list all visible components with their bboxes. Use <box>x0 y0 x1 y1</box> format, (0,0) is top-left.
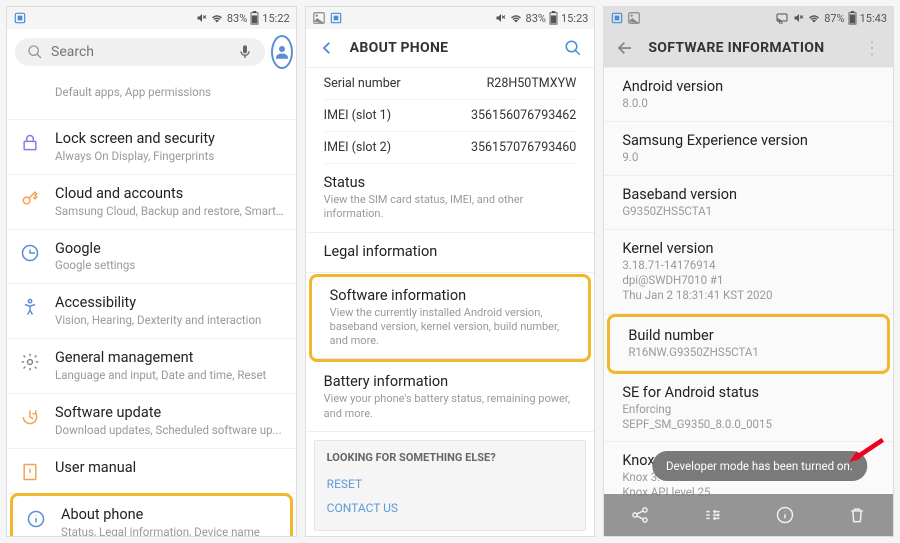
mute-icon <box>792 12 804 24</box>
screenshot-icon <box>329 11 343 25</box>
edit-icon[interactable] <box>703 505 723 525</box>
accessibility-icon <box>20 297 40 317</box>
status-bar: 83% 15:23 <box>306 7 595 29</box>
manual-icon <box>20 462 40 482</box>
battery-icon <box>848 11 857 25</box>
clock: 15:22 <box>262 12 289 25</box>
profile-button[interactable] <box>271 35 293 69</box>
wifi-icon <box>509 12 523 24</box>
link-contact-us[interactable]: CONTACT US <box>327 496 574 520</box>
details-icon[interactable] <box>775 505 795 525</box>
section-legal[interactable]: Legal information <box>306 233 595 273</box>
search-icon[interactable] <box>564 39 582 57</box>
info-se-status[interactable]: SE for Android statusEnforcing SEPF_SM_G… <box>604 374 893 443</box>
header: SOFTWARE INFORMATION ⋮ <box>604 29 893 68</box>
back-icon[interactable] <box>318 39 336 57</box>
info-icon <box>26 509 46 529</box>
list-item-about-phone[interactable]: About phoneStatus, Legal information, De… <box>13 496 290 536</box>
image-icon <box>312 11 326 25</box>
cast-icon <box>775 12 789 24</box>
device-identifiers-table: Serial numberR28H50TMXYW IMEI (slot 1)35… <box>306 68 595 164</box>
mute-icon <box>494 12 506 24</box>
image-icon <box>627 11 641 25</box>
info-kernel[interactable]: Kernel version3.18.71-14176914 dpi@SWDH7… <box>604 230 893 314</box>
link-reset[interactable]: RESET <box>327 472 574 496</box>
section-software-information[interactable]: Software information View the currently … <box>312 277 589 360</box>
person-icon <box>273 43 291 61</box>
annotation-arrow-icon <box>847 438 885 466</box>
screenshot-icon <box>610 11 624 25</box>
update-icon <box>20 407 40 427</box>
lock-icon <box>20 133 40 153</box>
toast-developer-mode: Developer mode has been turned on. <box>652 451 867 481</box>
delete-icon[interactable] <box>847 505 867 525</box>
battery-icon <box>549 11 558 25</box>
list-item-general[interactable]: General managementLanguage and input, Da… <box>7 339 296 394</box>
wifi-icon <box>807 12 821 24</box>
footer-suggestions: LOOKING FOR SOMETHING ELSE? RESET CONTAC… <box>314 440 587 531</box>
table-row: Serial numberR28H50TMXYW <box>324 68 577 100</box>
list-item-cloud[interactable]: Cloud and accountsSamsung Cloud, Backup … <box>7 175 296 230</box>
mic-icon[interactable] <box>237 44 253 60</box>
info-android-version[interactable]: Android version8.0.0 <box>604 68 893 122</box>
table-row: IMEI (slot 2)356157076793460 <box>324 132 577 164</box>
clock: 15:43 <box>860 12 887 25</box>
share-icon[interactable] <box>630 505 650 525</box>
battery-percent: 83% <box>227 12 247 25</box>
gear-icon <box>20 352 40 372</box>
list-item-software-update[interactable]: Software updateDownload updates, Schedul… <box>7 394 296 449</box>
search-box[interactable] <box>15 38 265 66</box>
more-icon[interactable]: ⋮ <box>863 38 881 59</box>
page-title: ABOUT PHONE <box>350 40 449 56</box>
search-icon <box>27 44 43 60</box>
google-icon <box>20 243 40 263</box>
list-item-user-manual[interactable]: User manual <box>7 449 296 494</box>
mute-icon <box>195 12 207 24</box>
list-item-lock-screen[interactable]: Lock screen and securityAlways On Displa… <box>7 120 296 175</box>
screenshot-toolbar <box>604 494 893 536</box>
list-item-accessibility[interactable]: AccessibilityVision, Hearing, Dexterity … <box>7 284 296 339</box>
software-information-screen: 87% 15:43 SOFTWARE INFORMATION ⋮ Android… <box>603 6 894 537</box>
header: ABOUT PHONE <box>306 29 595 68</box>
status-bar: 83% 15:22 <box>7 7 296 29</box>
search-row <box>7 29 296 75</box>
about-phone-screen: 83% 15:23 ABOUT PHONE Serial numberR28H5… <box>305 6 596 537</box>
list-item-apps-truncated[interactable]: Default apps, App permissions <box>7 75 296 120</box>
clock: 15:23 <box>561 12 588 25</box>
wifi-icon <box>210 12 224 24</box>
screenshot-icon <box>13 11 27 25</box>
back-icon[interactable] <box>616 39 634 57</box>
key-icon <box>20 188 40 208</box>
status-bar: 87% 15:43 <box>604 7 893 29</box>
search-input[interactable] <box>51 44 229 60</box>
info-build-number[interactable]: Build numberR16NW.G9350ZHS5CTA1 <box>610 317 887 371</box>
settings-main-screen: 83% 15:22 Default apps, App permissions … <box>6 6 297 537</box>
section-battery-information[interactable]: Battery information View your phone's ba… <box>306 363 595 432</box>
table-row: IMEI (slot 1)356156076793462 <box>324 100 577 132</box>
battery-icon <box>250 11 259 25</box>
section-status[interactable]: Status View the SIM card status, IMEI, a… <box>306 164 595 233</box>
battery-percent: 87% <box>824 12 844 25</box>
battery-percent: 83% <box>526 12 546 25</box>
info-baseband[interactable]: Baseband versionG9350ZHS5CTA1 <box>604 176 893 230</box>
settings-list: Default apps, App permissions Lock scree… <box>7 75 296 536</box>
list-item-google[interactable]: GoogleGoogle settings <box>7 230 296 285</box>
info-samsung-experience[interactable]: Samsung Experience version9.0 <box>604 122 893 176</box>
page-title: SOFTWARE INFORMATION <box>648 40 824 56</box>
